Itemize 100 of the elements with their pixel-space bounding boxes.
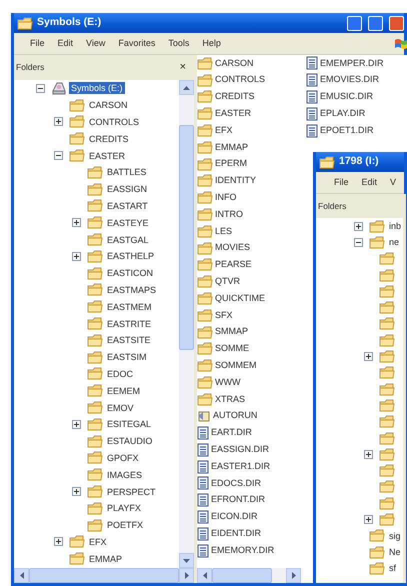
file-name[interactable]: AUTORUN (213, 409, 258, 423)
close-button[interactable]: × (180, 59, 186, 76)
file-name[interactable]: EMEMORY.DIR (211, 544, 274, 558)
file-name[interactable]: EMMAP (215, 140, 248, 154)
menu-item[interactable]: File (30, 36, 45, 50)
file-name[interactable]: INTRO (215, 208, 243, 222)
left-arrow-icon[interactable] (202, 572, 206, 579)
file-name[interactable]: QTVR (215, 275, 240, 288)
file-name[interactable]: EDOCS.DIR (211, 476, 262, 490)
file-name[interactable]: WWW (215, 376, 240, 390)
expand-icon[interactable] (54, 537, 63, 546)
menu-item[interactable]: Edit (362, 176, 378, 190)
file-name[interactable]: EPOET1.DIR (320, 124, 374, 138)
tree-item[interactable]: EASSIGN (105, 183, 150, 196)
file-name[interactable]: EASTER (215, 107, 252, 121)
tree-item[interactable]: CARSON (87, 99, 130, 112)
file-name[interactable]: EICON.DIR (211, 510, 258, 524)
file-name[interactable]: SFX (215, 308, 233, 322)
menu-item[interactable]: Edit (58, 36, 74, 50)
tree-item[interactable]: EFX (87, 536, 109, 548)
minimize-button[interactable] (347, 16, 362, 30)
left-arrow-icon[interactable] (20, 572, 24, 579)
file-name[interactable]: LES (215, 224, 232, 238)
tree-item[interactable]: EASTRITE (105, 318, 154, 330)
tree-item[interactable]: EMMAP (87, 552, 124, 565)
menu-item[interactable]: Help (202, 36, 221, 50)
expand-icon[interactable] (364, 352, 373, 362)
expand-icon[interactable] (354, 222, 363, 231)
file-name[interactable]: SOMMEM (215, 358, 256, 372)
tree-item[interactable]: sig (387, 530, 403, 542)
tree-item[interactable]: ne (387, 236, 402, 248)
file-name[interactable]: EASSIGN.DIR (211, 442, 270, 456)
file-name[interactable]: CONTROLS (215, 73, 266, 87)
file-name[interactable]: EFRONT.DIR (211, 493, 265, 507)
file-name[interactable]: EMOVIES.DIR (320, 73, 380, 87)
expand-icon[interactable] (72, 487, 81, 496)
tree-item[interactable]: POETFX (105, 519, 146, 532)
menu-item[interactable]: Tools (168, 36, 190, 50)
file-name[interactable]: EART.DIR (211, 426, 252, 440)
tree-item[interactable]: EMOV (105, 402, 136, 414)
up-arrow-icon[interactable] (183, 86, 190, 90)
file-name[interactable]: CARSON (215, 56, 254, 70)
file-name[interactable]: PEARSE (215, 258, 252, 272)
down-arrow-icon[interactable] (183, 558, 190, 562)
file-name[interactable]: INFO (215, 191, 236, 205)
tree-item[interactable]: EASTMEM (105, 300, 154, 313)
tree-item[interactable]: PLAYFX (105, 502, 143, 514)
expand-icon[interactable] (72, 252, 81, 261)
close-button[interactable] (389, 16, 404, 30)
file-name[interactable]: SOMME (215, 342, 250, 356)
tree-item[interactable]: EASTGAL (105, 234, 151, 246)
expand-icon[interactable] (364, 450, 373, 459)
collapse-icon[interactable] (54, 151, 63, 160)
menu-item[interactable]: V (390, 176, 396, 190)
tree-item[interactable]: ESTAUDIO (105, 435, 154, 448)
expand-icon[interactable] (72, 218, 81, 228)
file-name[interactable]: SMMAP (215, 325, 248, 339)
file-name[interactable]: IDENTITY (215, 174, 256, 188)
tree-item[interactable]: EASTMAPS (105, 284, 158, 296)
tree-item[interactable]: EASTEYE (105, 216, 151, 229)
file-name[interactable]: EFX (215, 124, 233, 138)
right-arrow-icon[interactable] (184, 572, 188, 579)
menu-item[interactable]: Favorites (118, 36, 156, 50)
expand-icon[interactable] (364, 514, 373, 524)
tree-item[interactable]: PERSPECT (105, 486, 158, 498)
tree-item[interactable]: CONTROLS (87, 116, 142, 128)
tree-item[interactable]: Ne (387, 546, 403, 558)
tree-item[interactable]: EASTART (105, 200, 150, 212)
file-name[interactable]: MOVIES (215, 241, 250, 255)
tree-item[interactable]: inb (387, 220, 404, 232)
file-name[interactable]: EPLAY.DIR (320, 107, 366, 121)
file-name[interactable]: EMEMPER.DIR (320, 56, 384, 70)
file-name[interactable]: EASTER1.DIR (211, 460, 270, 474)
expand-icon[interactable] (54, 117, 63, 126)
maximize-button[interactable] (368, 16, 383, 30)
expand-icon[interactable] (72, 420, 81, 429)
collapse-icon[interactable] (354, 238, 363, 247)
menu-item[interactable]: View (86, 36, 106, 50)
file-name[interactable]: EPERM (215, 157, 248, 171)
tree-item[interactable]: IMAGES (105, 468, 144, 481)
scrollbar[interactable] (197, 568, 301, 583)
tree-item[interactable]: EASTSIM (105, 351, 149, 364)
file-name[interactable]: CREDITS (215, 90, 255, 104)
tree-item[interactable]: sf (387, 562, 398, 574)
file-name[interactable]: XTRAS (215, 392, 246, 406)
scrollbar[interactable] (179, 80, 194, 568)
tree-item[interactable]: EASTER (87, 150, 128, 162)
tree-item[interactable]: ESITEGAL (105, 418, 154, 430)
scrollbar[interactable] (14, 568, 194, 583)
menu-item[interactable]: File (334, 176, 349, 190)
right-arrow-icon[interactable] (292, 572, 296, 579)
tree-item[interactable]: Symbols (E:) (69, 82, 125, 94)
tree-item[interactable]: EASTICON (105, 267, 156, 280)
file-name[interactable]: EIDENT.DIR (211, 526, 262, 540)
tree-item[interactable]: CREDITS (87, 132, 131, 145)
file-name[interactable]: EMUSIC.DIR (320, 90, 374, 104)
file-name[interactable]: QUICKTIME (215, 292, 266, 306)
tree-item[interactable]: GPOFX (105, 452, 141, 464)
tree-item[interactable]: BATTLES (105, 166, 148, 178)
tree-item[interactable]: EASTHELP (105, 250, 156, 262)
